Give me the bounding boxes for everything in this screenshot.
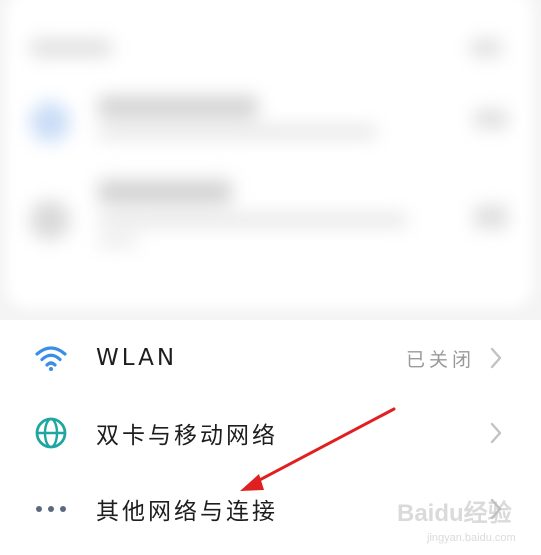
globe-icon <box>32 414 70 452</box>
watermark-brand: Baidu经验 <box>397 499 512 527</box>
settings-item-label: WLAN <box>96 345 178 371</box>
settings-item-label: 双卡与移动网络 <box>96 423 278 449</box>
more-dots-icon <box>32 490 70 528</box>
wifi-icon <box>32 339 70 377</box>
chevron-right-icon <box>487 346 505 370</box>
chevron-right-icon <box>487 421 505 445</box>
baidu-watermark: Baidu经验 jingyan.baidu.com <box>393 489 523 549</box>
settings-screen: WLAN 已关闭 双卡与移动网络 其他网络与连接 Baidu经验 jingyan… <box>0 0 541 555</box>
settings-item-dual-sim-mobile-network[interactable]: 双卡与移动网络 <box>0 395 541 471</box>
settings-item-label: 其他网络与连接 <box>96 499 278 525</box>
wlan-status: 已关闭 <box>405 348 475 371</box>
blurred-card-background <box>6 0 533 308</box>
settings-item-wlan[interactable]: WLAN 已关闭 <box>0 320 541 396</box>
watermark-url: jingyan.baidu.com <box>426 532 516 544</box>
